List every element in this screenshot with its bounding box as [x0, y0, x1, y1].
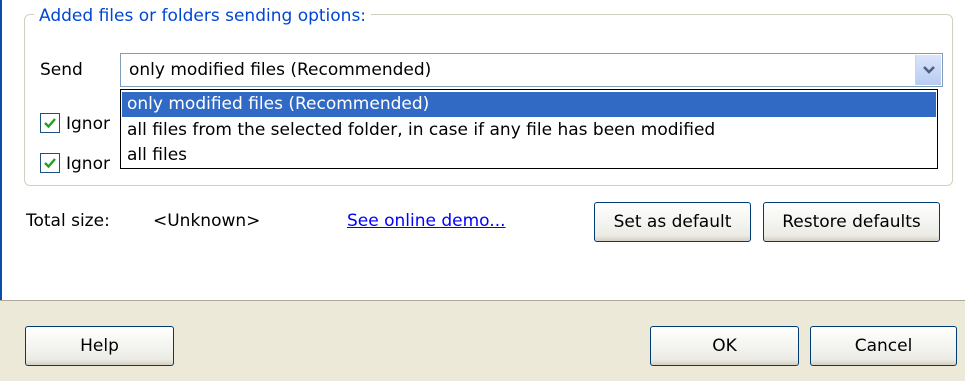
- ignore-checkbox-2-label: Ignor: [66, 154, 110, 174]
- ignore-checkbox-1-label: Ignor: [66, 114, 110, 134]
- checkmark-icon: [44, 158, 56, 169]
- send-combo-value: only modified files (Recommended): [129, 60, 432, 80]
- help-button[interactable]: Help: [25, 326, 174, 366]
- dropdown-option-all[interactable]: all files: [122, 143, 936, 168]
- send-combo[interactable]: only modified files (Recommended): [120, 53, 943, 87]
- set-as-default-button[interactable]: Set as default: [594, 202, 751, 242]
- send-dropdown-list[interactable]: only modified files (Recommended) all fi…: [120, 89, 938, 169]
- checkmark-icon: [44, 118, 56, 129]
- dropdown-option-folder[interactable]: all files from the selected folder, in c…: [122, 118, 936, 143]
- chevron-down-icon: [923, 66, 935, 74]
- window-left-edge: [0, 0, 2, 300]
- total-size-label: Total size:: [26, 211, 110, 231]
- dropdown-option-modified[interactable]: only modified files (Recommended): [122, 92, 936, 117]
- total-size-value: <Unknown>: [153, 211, 261, 231]
- combo-dropdown-button[interactable]: [915, 55, 941, 85]
- online-demo-link[interactable]: See online demo...: [347, 209, 506, 233]
- send-label: Send: [40, 60, 83, 80]
- ignore-checkbox-1[interactable]: [40, 113, 60, 133]
- restore-defaults-button[interactable]: Restore defaults: [763, 202, 940, 242]
- cancel-button[interactable]: Cancel: [810, 326, 957, 366]
- ignore-checkbox-2[interactable]: [40, 153, 60, 173]
- ok-button[interactable]: OK: [650, 326, 799, 366]
- group-title: Added files or folders sending options:: [34, 6, 372, 26]
